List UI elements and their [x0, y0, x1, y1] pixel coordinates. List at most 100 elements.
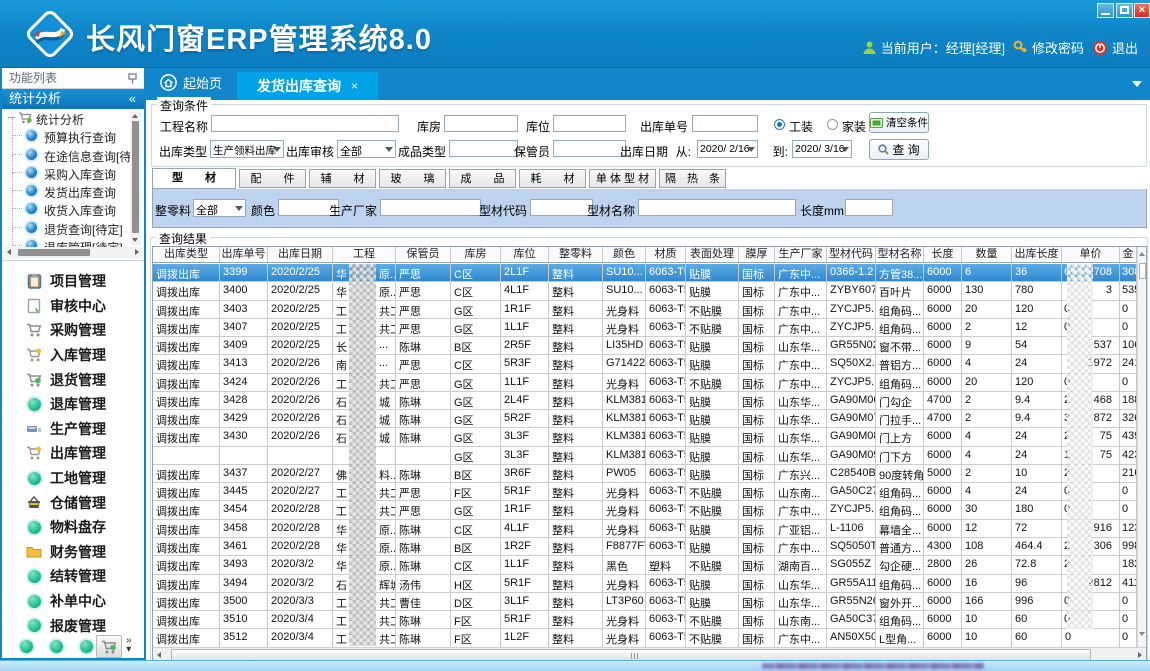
- cart-button[interactable]: [96, 635, 122, 658]
- length-input[interactable]: [845, 199, 893, 216]
- project-name-input[interactable]: [211, 115, 399, 132]
- change-password-button[interactable]: 修改密码: [1013, 38, 1084, 57]
- material-tab[interactable]: 辅 材: [309, 169, 376, 188]
- name-input[interactable]: [638, 199, 796, 216]
- out-type-select[interactable]: 生产领料出库: [210, 140, 284, 158]
- column-header[interactable]: 整零料: [549, 247, 603, 262]
- tab-close-icon[interactable]: ×: [351, 79, 358, 93]
- table-row[interactable]: G区3L3F整料KLM38176063-T5贴膜国标山东华...GA90M09.…: [153, 447, 1137, 465]
- column-header[interactable]: 金: [1120, 247, 1137, 262]
- clear-conditions-button[interactable]: 清空条件: [869, 112, 929, 133]
- overflow-chevron[interactable]: »▾: [126, 636, 132, 654]
- material-tab[interactable]: 单 体 型 材: [589, 169, 656, 188]
- tree-item[interactable]: 收货入库查询: [2, 200, 144, 218]
- table-row[interactable]: 调拨出库34282020/2/26石城陈琳G区2L4F整料KLM38176063…: [153, 392, 1137, 410]
- material-tab[interactable]: 成 品: [449, 169, 516, 188]
- sidebar-item[interactable]: 财务管理: [2, 540, 144, 565]
- product-type-input[interactable]: [449, 140, 518, 157]
- table-row[interactable]: 调拨出库34032020/2/25工共工程严思G区1R1F整料光身料6063-T…: [153, 301, 1137, 319]
- table-row[interactable]: 调拨出库34072020/2/25工共工程严思G区1L1F整料光身料6063-T…: [153, 319, 1137, 337]
- tree-item[interactable]: 发货出库查询: [2, 182, 144, 200]
- column-header[interactable]: 膜厚: [739, 247, 775, 262]
- table-vertical-scrollbar[interactable]: [1137, 247, 1146, 647]
- code-input[interactable]: [530, 199, 593, 216]
- material-tab[interactable]: 配 件: [239, 169, 306, 188]
- material-tab[interactable]: 隔 热 条: [659, 169, 726, 188]
- column-header[interactable]: 表面处理: [686, 247, 739, 262]
- column-header[interactable]: 型材名称: [876, 247, 924, 262]
- search-button[interactable]: 查 询: [869, 139, 929, 160]
- table-row[interactable]: 调拨出库34132020/2/26南...严思C区5R3F整料G71422606…: [153, 355, 1137, 373]
- column-header[interactable]: 单价: [1062, 247, 1120, 262]
- column-header[interactable]: 数量: [962, 247, 1012, 262]
- warehouse-input[interactable]: [444, 115, 518, 132]
- sidebar-item[interactable]: 入库管理: [2, 343, 144, 368]
- whole-select[interactable]: 全部: [193, 199, 246, 217]
- sidebar-item[interactable]: 生产管理: [2, 417, 144, 442]
- column-header[interactable]: 保管员: [396, 247, 451, 262]
- table-row[interactable]: 调拨出库34002020/2/25华原...严思C区4L1F整料SU10...6…: [153, 282, 1137, 300]
- tab-home[interactable]: 起始页: [160, 73, 222, 92]
- maker-input[interactable]: [380, 199, 481, 216]
- sidebar-section-header[interactable]: 统计分析 «: [2, 89, 144, 109]
- column-header[interactable]: 出库日期: [268, 247, 333, 262]
- column-header[interactable]: 出库类型: [153, 247, 220, 262]
- dot-icon[interactable]: [80, 640, 93, 653]
- date-from-select[interactable]: 2020/ 2/16: [697, 140, 758, 158]
- tree-root[interactable]: 统计分析: [2, 109, 144, 127]
- table-row[interactable]: 调拨出库34542020/2/28工共工程严思G区1R1F整料光身料6063-T…: [153, 501, 1137, 519]
- sidebar-item[interactable]: 出库管理: [2, 441, 144, 466]
- sidebar-item[interactable]: 报废管理: [2, 613, 144, 638]
- table-row[interactable]: 调拨出库34932020/3/2华原...陈琳C区1L1F整料黑色塑料不贴膜国标…: [153, 556, 1137, 574]
- sidebar-item[interactable]: 审核中心: [2, 294, 144, 319]
- audit-select[interactable]: 全部: [337, 140, 396, 158]
- table-row[interactable]: 调拨出库34452020/2/27工共工程严思F区5R1F整料光身料6063-T…: [153, 483, 1137, 501]
- table-row[interactable]: 调拨出库34092020/2/25长...陈琳B区2R5F整料LI35HD606…: [153, 337, 1137, 355]
- tree-vertical-scrollbar[interactable]: [130, 111, 141, 245]
- maximize-button[interactable]: [1116, 3, 1133, 18]
- logout-button[interactable]: 退出: [1092, 38, 1138, 57]
- sidebar-item[interactable]: 物料盘存: [2, 515, 144, 540]
- radio-gongzhuang[interactable]: [774, 119, 785, 130]
- table-row[interactable]: 调拨出库34582020/2/28华原...陈琳C区4L1F整料光身料6063-…: [153, 520, 1137, 538]
- column-header[interactable]: 库位: [501, 247, 549, 262]
- material-tab[interactable]: 型 材: [152, 168, 236, 189]
- location-input[interactable]: [553, 115, 626, 132]
- table-row[interactable]: 调拨出库34942020/3/2石辉城汤伟H区5R1F整料光身料6063-T5贴…: [153, 575, 1137, 593]
- table-row[interactable]: 调拨出库34292020/2/26石城陈琳G区5R2F整料KLM38176063…: [153, 410, 1137, 428]
- table-row[interactable]: 调拨出库35102020/3/4工共工程陈琳F区5R1F整料光身料6063-T5…: [153, 611, 1137, 629]
- tree-item[interactable]: 在途信息查询[待: [2, 146, 144, 164]
- dot-icon[interactable]: [20, 640, 33, 653]
- column-header[interactable]: 长度: [924, 247, 962, 262]
- sidebar-item[interactable]: 工地管理: [2, 466, 144, 491]
- pin-icon[interactable]: [128, 73, 137, 84]
- collapse-icon[interactable]: «: [129, 89, 136, 109]
- date-to-select[interactable]: 2020/ 3/16: [792, 140, 852, 158]
- tab-active[interactable]: 发货出库查询×: [237, 72, 378, 100]
- sidebar-item[interactable]: 采购管理: [2, 318, 144, 343]
- keeper-input[interactable]: [553, 140, 626, 157]
- table-row[interactable]: 调拨出库34612020/2/28华原...陈琳B区1R2F整料F8877FT6…: [153, 538, 1137, 556]
- close-button[interactable]: ×: [1134, 3, 1150, 18]
- order-no-input[interactable]: [692, 115, 758, 132]
- column-header[interactable]: 出库长度: [1012, 247, 1062, 262]
- table-row[interactable]: 调拨出库34242020/2/26工共工程严思G区1L1F整料光身料6063-T…: [153, 374, 1137, 392]
- column-header[interactable]: 工程: [333, 247, 396, 262]
- table-row[interactable]: 调拨出库34302020/2/26石城陈琳G区3L3F整料KLM38176063…: [153, 428, 1137, 446]
- material-tab[interactable]: 耗 材: [519, 169, 586, 188]
- column-header[interactable]: 生产厂家: [775, 247, 827, 262]
- tablist-dropdown-icon[interactable]: [1132, 81, 1142, 87]
- table-row[interactable]: 调拨出库35122020/3/4工共工程陈琳F区1L2F整料光身料6063-T5…: [153, 629, 1137, 647]
- column-header[interactable]: 库房: [451, 247, 501, 262]
- column-header[interactable]: 出库单号: [220, 247, 268, 262]
- tree-item[interactable]: 预算执行查询: [2, 127, 144, 145]
- sidebar-item[interactable]: 结转管理: [2, 564, 144, 589]
- sidebar-item[interactable]: 退货管理: [2, 367, 144, 392]
- minimize-button[interactable]: [1097, 3, 1114, 18]
- material-tab[interactable]: 玻 璃: [379, 169, 446, 188]
- tree-horizontal-scrollbar[interactable]: [4, 247, 142, 258]
- table-row[interactable]: 调拨出库34372020/2/27佛料...陈琳B区3R6F整料PW056063…: [153, 465, 1137, 483]
- sidebar-item[interactable]: 退库管理: [2, 392, 144, 417]
- tree-item[interactable]: 退货查询[待定]: [2, 219, 144, 237]
- table-row[interactable]: 调拨出库33992020/2/25华原...严思C区2L1F整料SU10...6…: [153, 264, 1137, 282]
